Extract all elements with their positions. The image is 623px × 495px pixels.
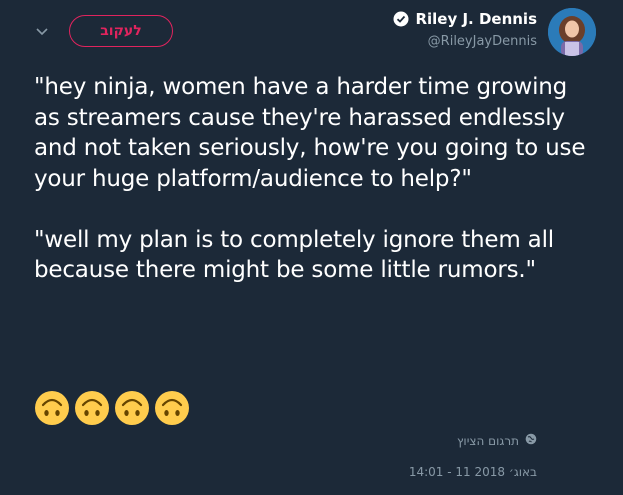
follow-button[interactable]: לעקוב (69, 15, 173, 47)
tweet-text: "hey ninja, women have a harder time gro… (34, 74, 586, 283)
upside-down-face-icon (155, 391, 189, 425)
translate-label[interactable]: תרגום הציוץ (457, 434, 519, 448)
verified-badge-icon (393, 11, 409, 27)
upside-down-face-icon (75, 391, 109, 425)
upside-down-face-icon (115, 391, 149, 425)
avatar[interactable] (548, 8, 596, 56)
author-name[interactable]: Riley J. Dennis (415, 10, 537, 28)
chevron-down-icon[interactable] (34, 24, 50, 40)
emoji-group (34, 390, 190, 426)
tweet-timestamp[interactable]: 14:01 - 11 באוג׳ 2018 (409, 465, 537, 479)
translate-tweet-link[interactable]: תרגום הציוץ (457, 433, 537, 448)
author-handle[interactable]: @RileyJayDennis (393, 34, 537, 49)
author-info[interactable]: Riley J. Dennis @RileyJayDennis (393, 10, 537, 49)
upside-down-face-icon (35, 391, 69, 425)
globe-icon (525, 433, 537, 448)
